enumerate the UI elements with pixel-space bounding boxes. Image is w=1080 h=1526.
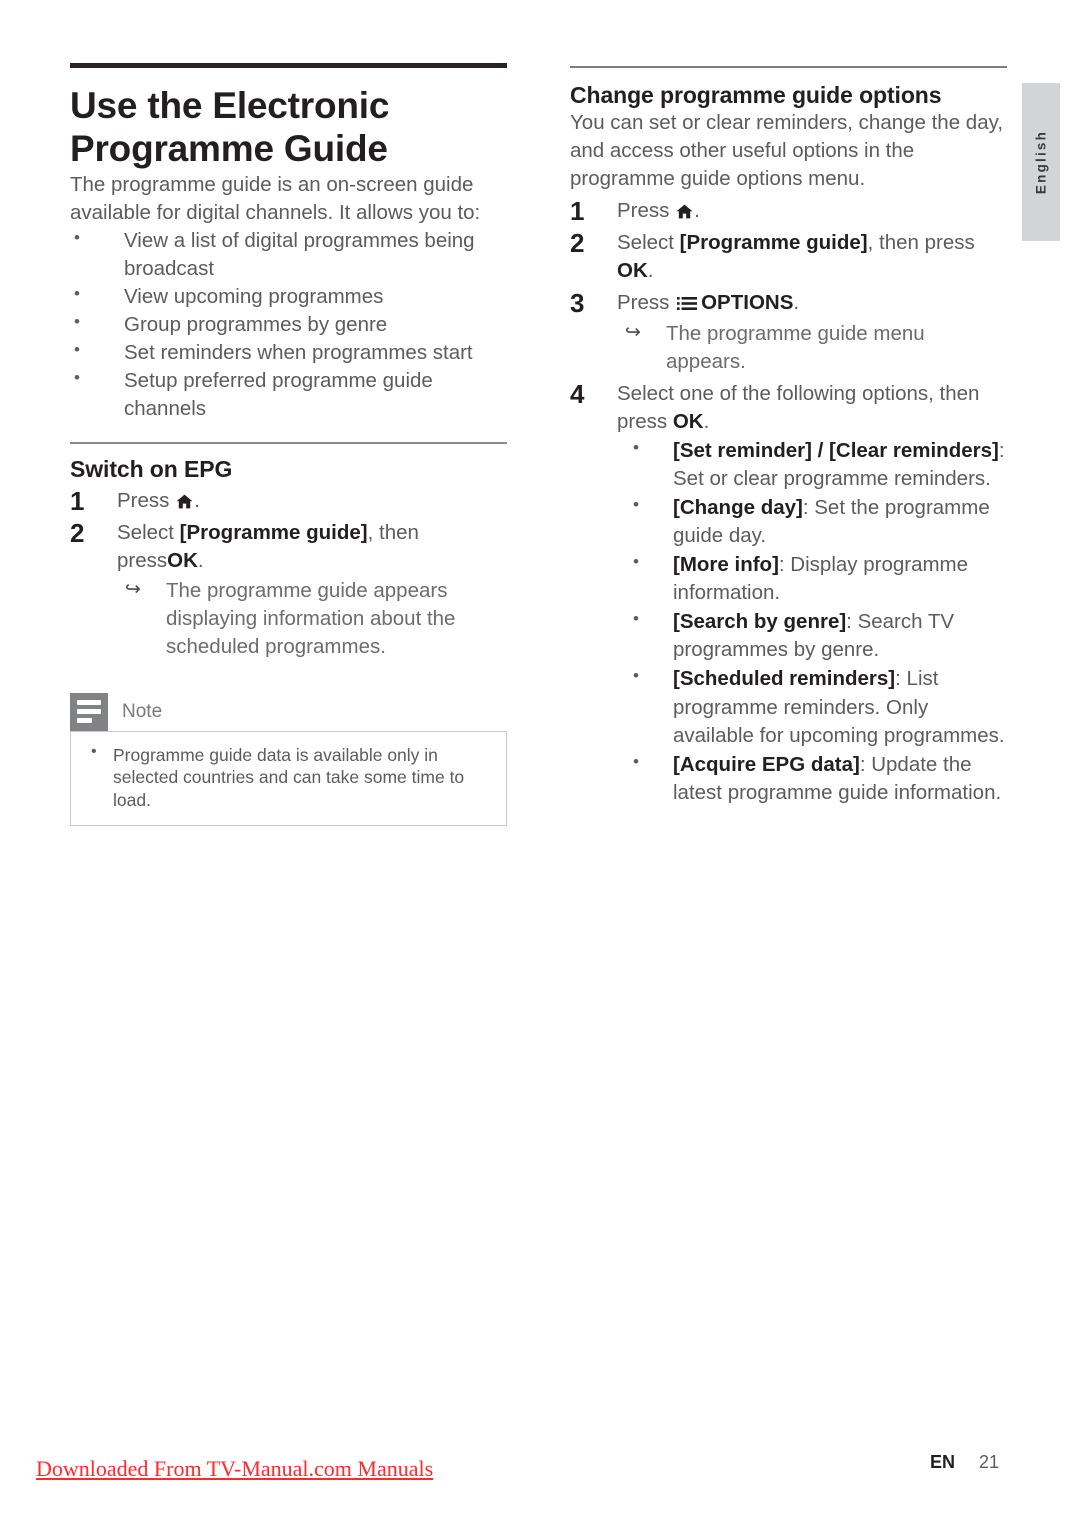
home-icon xyxy=(176,494,193,509)
downloaded-from-link[interactable]: Downloaded From TV-Manual.com Manuals xyxy=(36,1456,433,1482)
home-icon xyxy=(676,204,693,219)
option-label: [More info] xyxy=(673,553,779,577)
step-period: . xyxy=(194,488,200,512)
step-2: Select [Programme guide], then pressOK. … xyxy=(70,516,507,661)
section-heading-switch-on-epg: Switch on EPG xyxy=(70,455,233,482)
menu-item-programme-guide: [Programme guide] xyxy=(179,520,368,544)
title-rule xyxy=(70,63,507,68)
step-period: . xyxy=(703,409,710,433)
section-rule xyxy=(70,441,507,444)
option-label: [Scheduled reminders] xyxy=(673,667,896,691)
list-item: Set reminders when programmes start xyxy=(70,338,507,367)
page-title: Use the Electronic Programme Guide xyxy=(70,85,390,169)
feature-list: View a list of digital programmes being … xyxy=(70,226,507,424)
options-list: [Set reminder] / [Clear reminders]: Set … xyxy=(617,436,1007,807)
step-3-result: ↪ The programme guide menu appears. xyxy=(617,320,1007,376)
list-item: View a list of digital programmes being … xyxy=(70,226,507,283)
change-options-steps: Press . Select [Programme guide], then p… xyxy=(570,194,1007,807)
step-3: Press OPTIONS. ↪ The programme guide men… xyxy=(570,286,1007,376)
list-item: [Set reminder] / [Clear reminders]: Set … xyxy=(617,436,1007,493)
step-1: Press . xyxy=(570,194,1007,230)
right-section-rule xyxy=(570,66,1007,68)
step-period: . xyxy=(197,548,204,572)
step-text: Press xyxy=(617,291,676,315)
step-4: Select one of the following options, the… xyxy=(570,377,1007,807)
options-list-icon xyxy=(677,296,698,311)
menu-item-programme-guide: [Programme guide] xyxy=(679,231,868,255)
right-column: Change programme guide options You can s… xyxy=(570,0,1007,807)
step-text: Select one of the following options, the… xyxy=(617,381,980,433)
section-heading-change-options: Change programme guide options xyxy=(570,82,942,108)
option-label: [Change day] xyxy=(673,496,803,520)
ok-button-label: OK xyxy=(617,259,648,283)
option-label: [Acquire EPG data] xyxy=(673,752,860,776)
list-item: Setup preferred programme guide channels xyxy=(70,366,507,423)
step-1: Press . xyxy=(70,484,507,520)
list-item: View upcoming programmes xyxy=(70,282,507,311)
left-column: Use the Electronic Programme Guide The p… xyxy=(70,0,507,827)
intro-paragraph: The programme guide is an on-screen guid… xyxy=(70,172,481,224)
list-item: Programme guide data is available only i… xyxy=(85,742,492,811)
note-body: Programme guide data is available only i… xyxy=(70,730,507,827)
step-text: , then press xyxy=(867,231,975,255)
list-item: [Change day]: Set the programme guide da… xyxy=(617,493,1007,550)
list-item: Group programmes by genre xyxy=(70,310,507,339)
list-item: [Search by genre]: Search TV programmes … xyxy=(617,607,1007,664)
list-item: [More info]: Display programme informati… xyxy=(617,550,1007,607)
ok-button-label: OK xyxy=(167,548,198,572)
note-title: Note xyxy=(122,700,163,722)
arrow-icon: ↪ xyxy=(625,321,641,343)
arrow-icon: ↪ xyxy=(125,578,141,600)
option-separator: : xyxy=(998,438,1005,462)
option-description: Set or clear programme reminders. xyxy=(673,466,991,490)
language-tab-label: English xyxy=(1033,129,1049,195)
option-label: [Set reminder] / [Clear reminders] xyxy=(673,438,999,462)
right-intro-paragraph: You can set or clear reminders, change t… xyxy=(570,111,1004,191)
step-period: . xyxy=(647,259,654,283)
manual-page: English Use the Electronic Programme Gui… xyxy=(0,0,1080,1526)
list-item: [Acquire EPG data]: Update the latest pr… xyxy=(617,750,1007,807)
page-footer: EN 21 xyxy=(930,1452,1020,1473)
language-tab: English xyxy=(1022,83,1060,241)
footer-language-code: EN xyxy=(930,1452,956,1472)
step-text: Select xyxy=(617,231,680,255)
step-period: . xyxy=(694,199,700,223)
options-button-label: OPTIONS xyxy=(701,291,794,315)
step-2-result: ↪ The programme guide appears displaying… xyxy=(117,577,507,661)
list-item: [Scheduled reminders]: List programme re… xyxy=(617,664,1007,749)
note-header: Note xyxy=(70,692,507,731)
page-number: 21 xyxy=(979,1452,1000,1472)
switch-on-epg-steps: Press . Select [Programme guide], then p… xyxy=(70,484,507,661)
step-text: Select xyxy=(117,520,180,544)
note-list: Programme guide data is available only i… xyxy=(85,742,492,811)
option-label: [Search by genre] xyxy=(673,610,847,634)
result-text: The programme guide menu appears. xyxy=(666,321,925,373)
note-box: Note Programme guide data is available o… xyxy=(70,692,507,827)
result-text: The programme guide appears displaying i… xyxy=(166,578,456,658)
step-text: Press xyxy=(617,199,670,223)
step-period: . xyxy=(793,291,800,315)
ok-button-label: OK xyxy=(672,409,704,433)
step-2: Select [Programme guide], then press OK. xyxy=(570,226,1007,285)
note-icon xyxy=(70,692,108,731)
step-text: Press xyxy=(117,488,170,512)
